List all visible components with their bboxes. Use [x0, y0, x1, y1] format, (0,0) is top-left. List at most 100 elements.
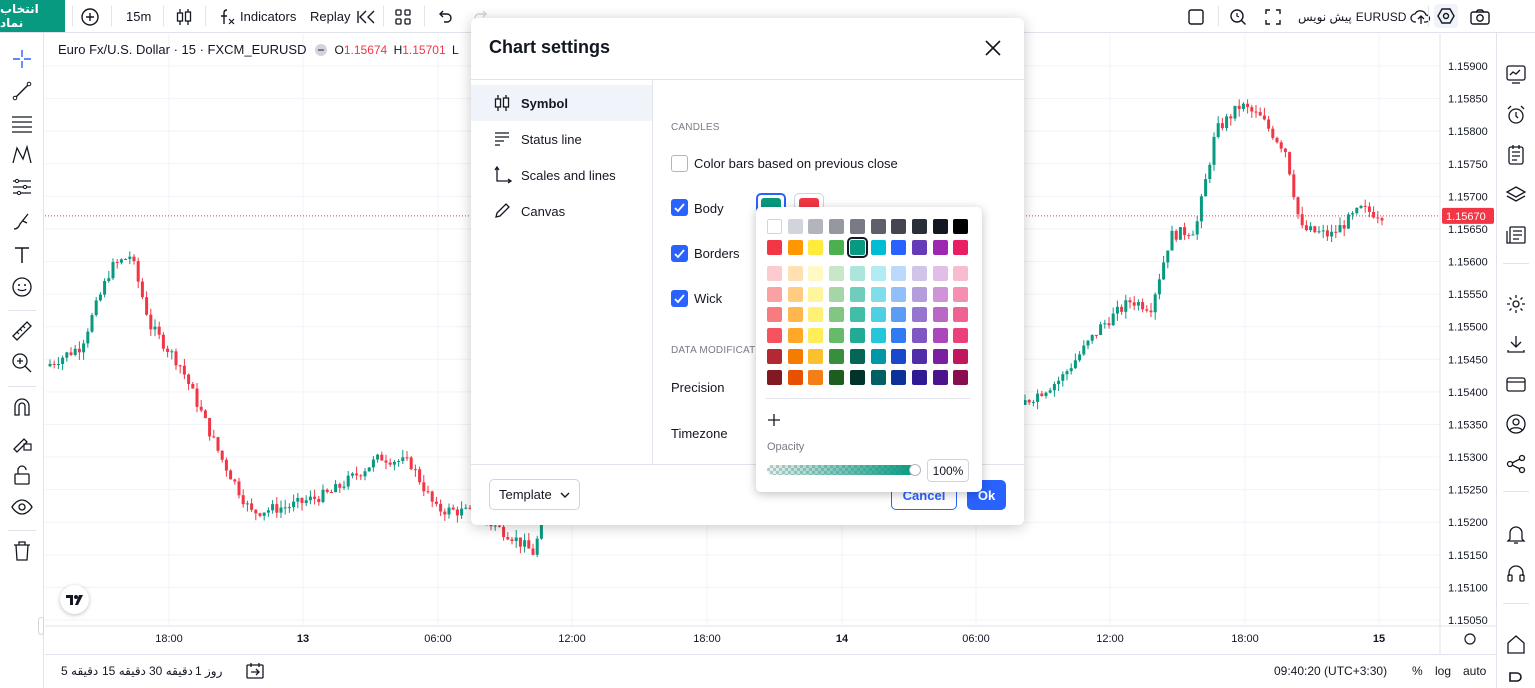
color-swatch-shade[interactable] [870, 286, 886, 302]
color-swatch-shade[interactable] [870, 369, 886, 385]
card-icon[interactable] [1505, 373, 1527, 395]
color-swatch-shade[interactable] [808, 328, 824, 344]
unlock-icon[interactable] [10, 463, 34, 487]
pattern-icon[interactable] [10, 143, 34, 167]
date-range-icon[interactable] [245, 661, 265, 681]
color-swatch-gray[interactable] [911, 219, 927, 234]
color-swatch-shade[interactable] [870, 266, 886, 281]
ruler-icon[interactable] [10, 319, 34, 343]
tab-status-line[interactable]: Status line [471, 121, 652, 157]
color-swatch-shade[interactable] [911, 328, 927, 344]
news-icon[interactable] [1505, 224, 1527, 246]
time-scale-settings-icon[interactable] [1464, 633, 1476, 645]
color-swatch-shade[interactable] [849, 266, 865, 281]
quick-search-button[interactable] [1228, 0, 1248, 33]
notes-icon[interactable] [1505, 144, 1527, 166]
log-toggle[interactable]: log [1435, 664, 1451, 678]
add-symbol-button[interactable] [80, 0, 100, 33]
color-swatch-shade[interactable] [911, 286, 927, 302]
opacity-input[interactable]: 100% [927, 459, 969, 482]
opacity-slider[interactable] [767, 465, 915, 475]
tab-symbol[interactable]: Symbol [471, 85, 652, 121]
color-bars-checkbox[interactable] [671, 155, 688, 172]
fib-retracement-icon[interactable] [10, 111, 34, 135]
color-swatch-shade[interactable] [891, 266, 907, 281]
color-swatch-shade[interactable] [808, 286, 824, 302]
close-icon[interactable] [981, 36, 1005, 60]
color-swatch-shade[interactable] [829, 307, 845, 323]
color-swatch-gray[interactable] [787, 219, 803, 234]
color-swatch-gray[interactable] [849, 219, 865, 234]
color-swatch-shade[interactable] [849, 369, 865, 385]
color-swatch-gray[interactable] [891, 219, 907, 234]
color-swatch-shade[interactable] [767, 286, 782, 302]
color-swatch-gray[interactable] [829, 219, 845, 234]
color-swatch-gray[interactable] [808, 219, 824, 234]
color-swatch-main[interactable] [787, 240, 803, 255]
color-swatch-shade[interactable] [787, 286, 803, 302]
trend-line-icon[interactable] [10, 79, 34, 103]
borders-checkbox[interactable] [671, 245, 688, 262]
clock-timezone[interactable]: 09:40:20 (UTC+3:30) [1274, 664, 1387, 678]
layout-name[interactable]: پیش نویس EURUSD [1298, 0, 1432, 33]
trash-icon[interactable] [10, 539, 34, 563]
color-swatch-shade[interactable] [829, 286, 845, 302]
color-swatch-shade[interactable] [870, 307, 886, 323]
color-swatch-shade[interactable] [808, 369, 824, 385]
layers-icon[interactable] [1505, 184, 1527, 206]
indicators-button[interactable]: Indicators [218, 0, 296, 33]
text-tool-icon[interactable] [10, 243, 34, 267]
symbol-search-button[interactable]: انتخاب نماد [0, 0, 65, 32]
color-swatch-main[interactable] [870, 240, 886, 255]
undo-button[interactable] [436, 0, 454, 33]
wick-checkbox[interactable] [671, 290, 688, 307]
opacity-slider-handle[interactable] [909, 464, 921, 476]
color-swatch-shade[interactable] [787, 328, 803, 344]
color-swatch-shade[interactable] [829, 266, 845, 281]
color-swatch-shade[interactable] [891, 307, 907, 323]
color-swatch-main[interactable] [846, 237, 868, 258]
color-swatch-shade[interactable] [932, 348, 948, 364]
brush-icon[interactable] [10, 209, 34, 233]
forecast-icon[interactable] [10, 175, 34, 199]
crosshair-icon[interactable] [10, 47, 34, 71]
color-swatch-shade[interactable] [808, 266, 824, 281]
color-swatch-shade[interactable] [870, 328, 886, 344]
collapse-handle[interactable] [38, 617, 44, 635]
color-swatch-shade[interactable] [808, 348, 824, 364]
zoom-in-icon[interactable] [10, 351, 34, 375]
gear-icon[interactable] [1505, 293, 1527, 315]
fullscreen-toggle[interactable] [1186, 0, 1206, 33]
color-swatch-shade[interactable] [767, 348, 782, 364]
magnet-icon[interactable] [10, 395, 34, 419]
maximize-button[interactable] [1264, 0, 1282, 33]
color-swatch-shade[interactable] [932, 369, 948, 385]
alarm-clock-icon[interactable] [1505, 104, 1527, 126]
color-swatch-shade[interactable] [911, 307, 927, 323]
eye-icon[interactable] [10, 495, 34, 519]
tradingview-logo[interactable] [60, 585, 89, 614]
bell-icon[interactable] [1505, 523, 1527, 545]
body-checkbox[interactable] [671, 199, 688, 216]
color-swatch-shade[interactable] [829, 369, 845, 385]
color-swatch-shade[interactable] [849, 348, 865, 364]
color-swatch-shade[interactable] [932, 286, 948, 302]
color-swatch-shade[interactable] [787, 307, 803, 323]
color-swatch-shade[interactable] [849, 286, 865, 302]
color-swatch-shade[interactable] [787, 348, 803, 364]
interval-button[interactable]: 15m [126, 0, 151, 33]
color-swatch-shade[interactable] [953, 328, 969, 344]
color-swatch-shade[interactable] [767, 266, 782, 281]
color-swatch-gray[interactable] [932, 219, 948, 234]
color-swatch-shade[interactable] [849, 328, 865, 344]
color-swatch-gray[interactable] [953, 219, 969, 234]
color-swatch-shade[interactable] [953, 369, 969, 385]
range-30m[interactable]: 30 دقیقه [149, 664, 193, 678]
color-swatch-shade[interactable] [891, 348, 907, 364]
color-swatch-shade[interactable] [953, 286, 969, 302]
color-swatch-main[interactable] [808, 240, 824, 255]
snapshot-button[interactable] [1469, 0, 1491, 33]
color-swatch-shade[interactable] [787, 266, 803, 281]
color-swatch-shade[interactable] [932, 307, 948, 323]
legend-collapse-icon[interactable] [314, 43, 327, 56]
